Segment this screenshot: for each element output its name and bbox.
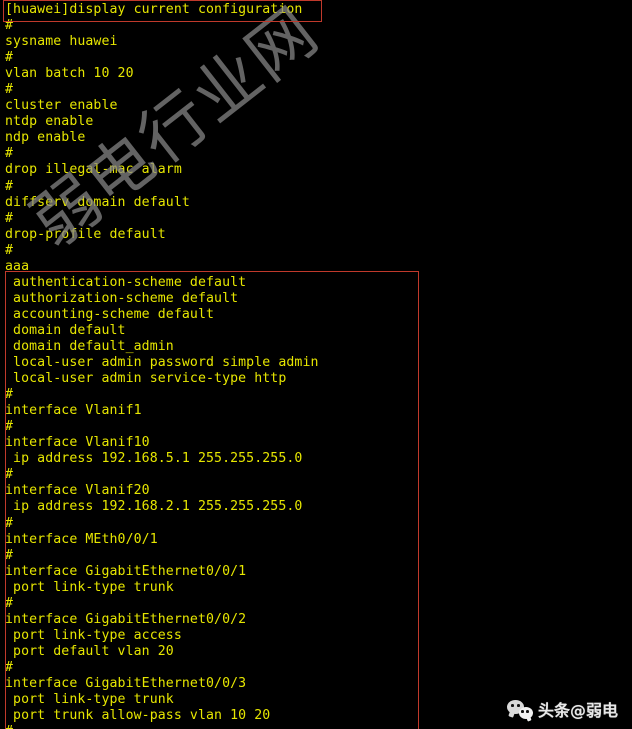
console-line: vlan batch 10 20 — [5, 66, 134, 82]
console-line: ndp enable — [5, 130, 86, 146]
console-line: # — [5, 659, 14, 675]
wechat-bubble-small — [518, 707, 533, 719]
console-line: local-user admin password simple admin — [5, 355, 319, 371]
console-line: aaa — [5, 258, 30, 274]
console-line: ip address 192.168.2.1 255.255.255.0 — [5, 499, 303, 515]
wechat-eye — [521, 710, 524, 713]
console-line: port link-type access — [5, 627, 182, 643]
console-line: local-user admin service-type http — [5, 371, 287, 387]
console-line: [huawei]display current configuration — [5, 2, 303, 17]
console-line: interface GigabitEthernet0/0/3 — [5, 675, 247, 691]
console-line: # — [5, 242, 14, 258]
console-line: # — [0, 724, 632, 729]
console-line: # — [5, 547, 14, 563]
console-line: interface GigabitEthernet0/0/1 — [5, 563, 247, 579]
wechat-badge: 头条@弱电 — [506, 697, 618, 721]
console-line: domain default_admin — [5, 338, 174, 354]
console-line: interface GigabitEthernet0/0/2 — [5, 611, 247, 627]
wechat-eye — [526, 710, 529, 713]
console-line: domain default — [5, 322, 126, 338]
console-line: # — [5, 210, 14, 226]
console-line: interface Vlanif10 — [5, 435, 150, 451]
console-line: # — [5, 467, 14, 483]
wechat-account-label: 头条@弱电 — [537, 701, 618, 720]
wechat-eye — [516, 704, 520, 707]
console-line: # — [5, 595, 14, 611]
wechat-eye — [510, 704, 514, 707]
terminal-window: 弱电行业网 [huawei]display current configurat… — [0, 0, 632, 729]
console-line: drop illegal-mac alarm — [5, 162, 182, 178]
console-line: # — [5, 146, 14, 162]
console-line: authentication-scheme default — [5, 274, 247, 290]
console-line: # — [5, 50, 14, 66]
console-line: sysname huawei — [5, 34, 118, 50]
console-line: ip address 192.168.5.1 255.255.255.0 — [5, 451, 303, 467]
console-line: # — [5, 515, 14, 531]
console-line: # — [5, 178, 14, 194]
console-line: # — [5, 18, 14, 34]
console-output: [huawei]display current configuration # sy… — [0, 0, 632, 729]
console-line: interface Vlanif20 — [5, 483, 150, 499]
console-line: drop-profile default — [5, 226, 166, 242]
console-line: authorization-scheme default — [5, 290, 239, 306]
console-line: accounting-scheme default — [5, 306, 215, 322]
console-line: # — [5, 387, 14, 403]
console-line: # — [5, 82, 14, 98]
console-line: port link-type trunk — [5, 579, 174, 595]
console-line: interface MEth0/0/1 — [5, 531, 158, 547]
console-line: port default vlan 20 — [5, 643, 174, 659]
console-line: cluster enable — [5, 98, 118, 114]
console-line: diffserv domain default — [5, 194, 190, 210]
wechat-icon — [506, 699, 533, 719]
console-line: ntdp enable — [5, 114, 94, 130]
console-line: # — [5, 419, 14, 435]
console-line: interface Vlanif1 — [5, 403, 142, 419]
